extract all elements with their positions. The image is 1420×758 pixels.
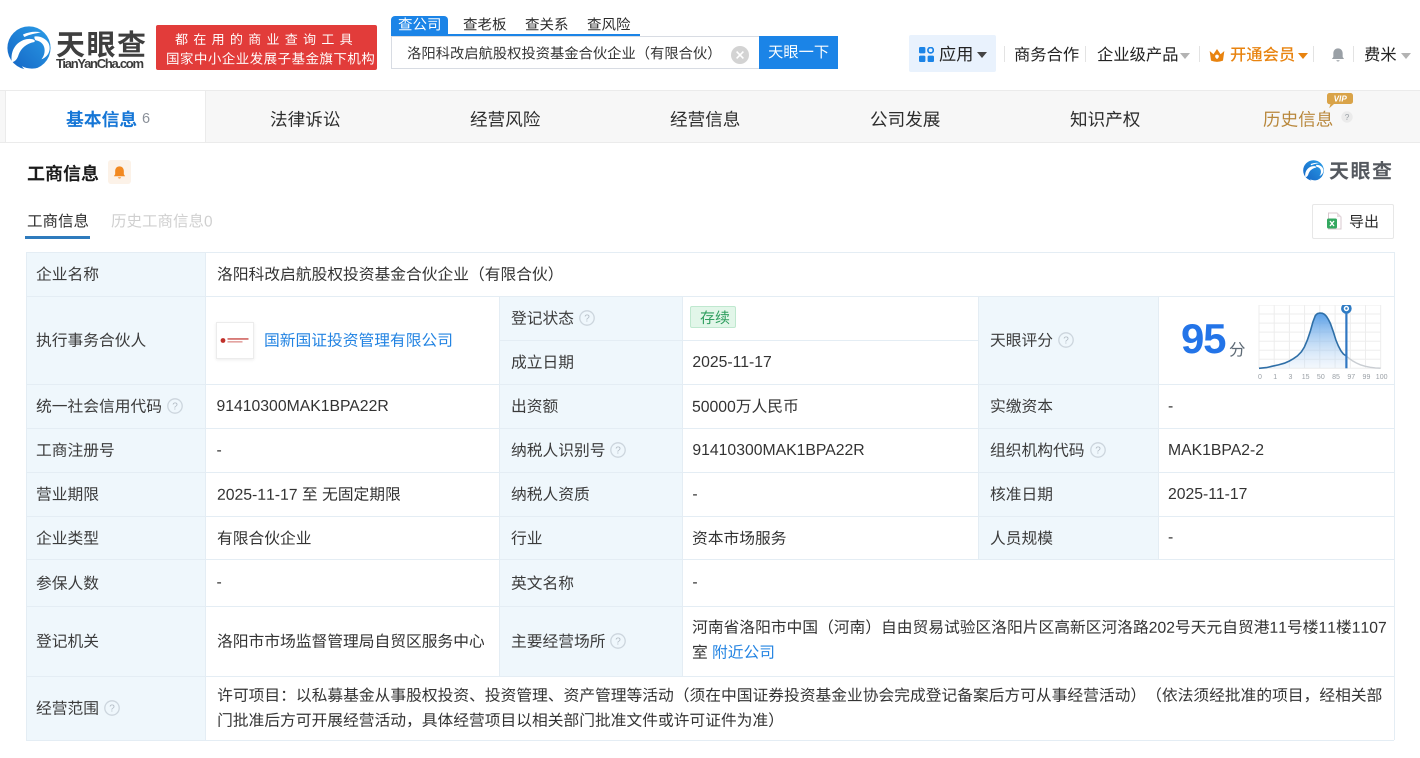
svg-text:85: 85 xyxy=(1332,374,1340,381)
svg-text:?: ? xyxy=(584,314,590,325)
svg-text:97: 97 xyxy=(1347,374,1355,381)
svg-text:50: 50 xyxy=(1317,374,1325,381)
svg-text:100: 100 xyxy=(1375,374,1387,381)
svg-text:15: 15 xyxy=(1301,374,1309,381)
svg-text:1: 1 xyxy=(1273,374,1277,381)
svg-text:?: ? xyxy=(1095,446,1101,457)
svg-text:VIP: VIP xyxy=(1334,95,1348,104)
svg-text:?: ? xyxy=(615,446,621,457)
svg-text:?: ? xyxy=(172,402,178,413)
svg-text:3: 3 xyxy=(1288,374,1292,381)
svg-text:?: ? xyxy=(1063,336,1069,347)
svg-text:99: 99 xyxy=(1362,374,1370,381)
svg-text:?: ? xyxy=(1345,112,1350,122)
svg-text:0: 0 xyxy=(1258,374,1262,381)
svg-text:?: ? xyxy=(615,636,621,647)
svg-text:?: ? xyxy=(109,703,115,714)
